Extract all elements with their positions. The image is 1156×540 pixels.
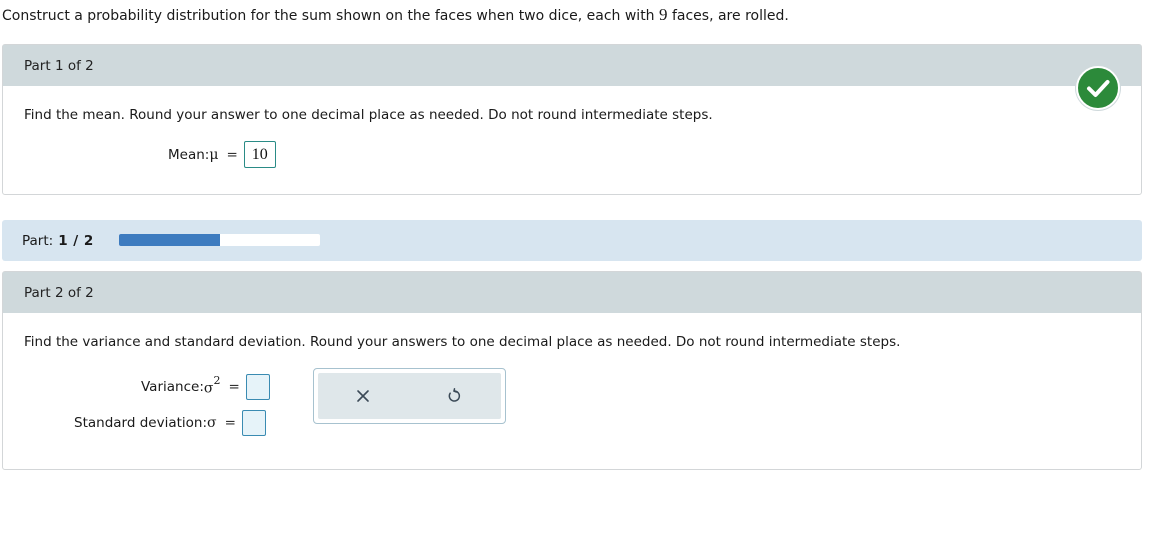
variance-equals: = <box>228 379 240 395</box>
answer-tools <box>313 368 506 424</box>
mean-answer[interactable]: 10 <box>243 141 276 168</box>
problem-statement: Construct a probability distribution for… <box>2 5 789 25</box>
variance-input[interactable] <box>245 374 270 400</box>
part-progress: Part: 1 / 2 <box>2 220 1142 261</box>
variance-label: Variance: <box>141 379 204 395</box>
clear-button[interactable] <box>323 373 403 419</box>
check-icon <box>1076 66 1120 110</box>
undo-button[interactable] <box>414 373 494 419</box>
answer-tools-bar <box>318 373 501 419</box>
progress-label: Part: <box>22 232 54 249</box>
sd-label: Standard deviation: <box>74 415 208 431</box>
progress-bar-fill <box>119 234 220 246</box>
sd-row: Standard deviation: σ = <box>74 410 266 436</box>
sd-equals: = <box>224 415 236 431</box>
close-icon <box>357 390 369 402</box>
part1-card: Part 1 of 2 Find the mean. Round your an… <box>2 44 1142 195</box>
part2-header: Part 2 of 2 <box>3 272 1141 313</box>
mean-row: Mean: μ = 10 <box>168 141 276 168</box>
sigma-symbol: σ2 <box>203 374 221 397</box>
sd-input[interactable] <box>241 410 266 436</box>
part1-header-label: Part 1 of 2 <box>24 57 94 74</box>
sigma-symbol-sd: σ <box>207 415 217 431</box>
part2-header-label: Part 2 of 2 <box>24 284 94 301</box>
variance-row: Variance: σ2 = <box>141 374 270 400</box>
progress-value: 1 / 2 <box>58 232 94 249</box>
problem-text-start: Construct a probability distribution for… <box>2 8 660 24</box>
part1-prompt: Find the mean. Round your answer to one … <box>24 107 713 123</box>
part2-prompt: Find the variance and standard deviation… <box>24 334 901 350</box>
mu-symbol: μ <box>209 146 219 163</box>
mean-equals: = <box>226 146 238 163</box>
progress-bar <box>119 234 320 246</box>
part1-header: Part 1 of 2 <box>3 45 1141 86</box>
undo-icon <box>448 388 461 402</box>
mean-label: Mean: <box>168 146 210 163</box>
problem-text-end: faces, are rolled. <box>667 8 789 24</box>
faces-number: 9 <box>659 5 668 24</box>
part2-card: Part 2 of 2 Find the variance and standa… <box>2 271 1142 470</box>
squared-exponent: 2 <box>213 374 221 388</box>
